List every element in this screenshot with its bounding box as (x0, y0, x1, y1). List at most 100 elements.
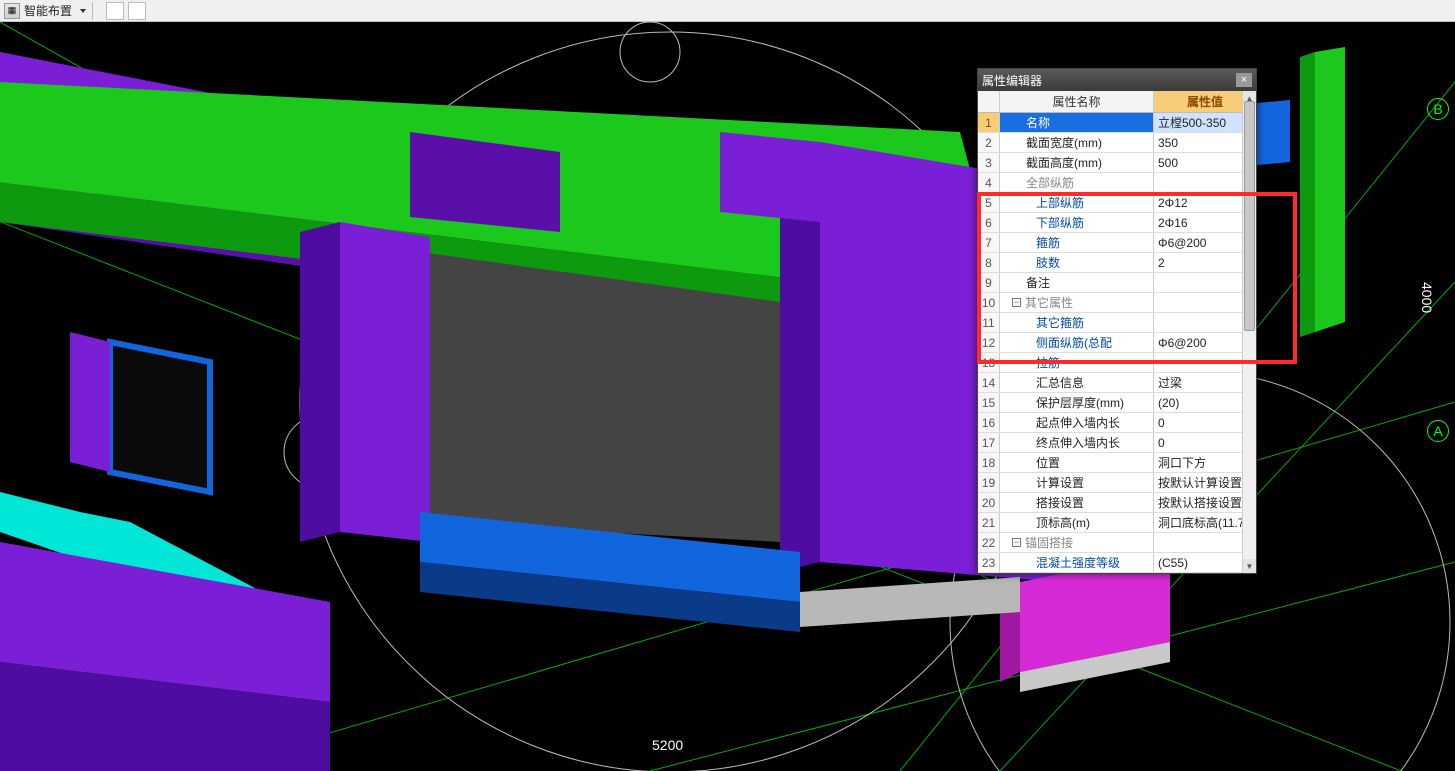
property-row[interactable]: 16起点伸入墙内长0 (978, 413, 1256, 433)
property-row[interactable]: 21顶标高(m)洞口底标高(11.7) (978, 513, 1256, 533)
property-row[interactable]: 20搭接设置按默认搭接设置计算 (978, 493, 1256, 513)
property-header-row: 属性名称 属性值 (978, 91, 1256, 113)
header-value: 属性值 (1154, 91, 1256, 112)
property-value[interactable]: 过梁 (1154, 373, 1256, 392)
property-value[interactable] (1154, 313, 1256, 332)
property-value[interactable] (1154, 293, 1256, 312)
property-name: 混凝土强度等级 (1000, 553, 1154, 572)
property-name: 起点伸入墙内长 (1000, 413, 1154, 432)
property-row[interactable]: 3截面高度(mm)500 (978, 153, 1256, 173)
property-name: 截面宽度(mm) (1000, 133, 1154, 152)
property-value[interactable]: Φ6@200 (1154, 233, 1256, 252)
row-number: 7 (978, 233, 1000, 252)
property-value[interactable] (1154, 273, 1256, 292)
property-name: 下部纵筋 (1000, 213, 1154, 232)
dropdown-icon[interactable] (80, 9, 86, 13)
property-name: 全部纵筋 (1000, 173, 1154, 192)
property-value[interactable]: 350 (1154, 133, 1256, 152)
property-value[interactable]: (C55) (1154, 553, 1256, 572)
property-row[interactable]: 2截面宽度(mm)350 (978, 133, 1256, 153)
property-value[interactable]: 500 (1154, 153, 1256, 172)
smart-layout-button[interactable]: 智能布置 (24, 2, 72, 19)
property-name: 终点伸入墙内长 (1000, 433, 1154, 452)
tree-toggle-icon[interactable]: − (1012, 298, 1021, 307)
property-value[interactable]: 0 (1154, 433, 1256, 452)
property-name: 箍筋 (1000, 233, 1154, 252)
row-number: 21 (978, 513, 1000, 532)
property-name: 计算设置 (1000, 473, 1154, 492)
property-name: −其它属性 (1000, 293, 1154, 312)
property-name: 上部纵筋 (1000, 193, 1154, 212)
property-row[interactable]: 4全部纵筋 (978, 173, 1256, 193)
tree-toggle-icon[interactable]: − (1012, 538, 1021, 547)
scrollbar[interactable]: ▲ ▼ (1242, 91, 1256, 573)
row-number: 11 (978, 313, 1000, 332)
row-number: 15 (978, 393, 1000, 412)
close-icon[interactable]: × (1236, 73, 1252, 87)
property-value[interactable]: 洞口底标高(11.7) (1154, 513, 1256, 532)
row-number: 18 (978, 453, 1000, 472)
property-row[interactable]: 6下部纵筋2Φ16 (978, 213, 1256, 233)
property-value[interactable]: 2 (1154, 253, 1256, 272)
property-name: 名称 (1000, 113, 1154, 132)
panel-titlebar[interactable]: 属性编辑器 × (978, 69, 1256, 91)
property-row[interactable]: 17终点伸入墙内长0 (978, 433, 1256, 453)
smart-layout-icon[interactable]: ▦ (4, 3, 20, 19)
axis-label-a: A (1427, 420, 1449, 442)
row-number: 6 (978, 213, 1000, 232)
property-value[interactable]: Φ6@200 (1154, 333, 1256, 352)
property-row[interactable]: 9备注 (978, 273, 1256, 293)
property-value[interactable] (1154, 353, 1256, 372)
row-number: 10 (978, 293, 1000, 312)
model-viewport[interactable]: 5200 4000 B A 属性编辑器 × 属性名称 属性值 1名称立樘500-… (0, 22, 1455, 771)
row-number: 17 (978, 433, 1000, 452)
property-name: 侧面纵筋(总配 (1000, 333, 1154, 352)
property-name: −锚固搭接 (1000, 533, 1154, 552)
property-row[interactable]: 10−其它属性 (978, 293, 1256, 313)
property-name: 备注 (1000, 273, 1154, 292)
property-value[interactable]: (20) (1154, 393, 1256, 412)
row-number: 9 (978, 273, 1000, 292)
row-number: 2 (978, 133, 1000, 152)
property-value[interactable]: 0 (1154, 413, 1256, 432)
property-row[interactable]: 18位置洞口下方 (978, 453, 1256, 473)
toolbar-button-1[interactable] (106, 2, 124, 20)
property-value[interactable]: 2Φ12 (1154, 193, 1256, 212)
property-editor-panel: 属性编辑器 × 属性名称 属性值 1名称立樘500-3502截面宽度(mm)35… (977, 68, 1257, 574)
row-number: 1 (978, 113, 1000, 132)
panel-title: 属性编辑器 (982, 72, 1042, 89)
property-row[interactable]: 19计算设置按默认计算设置计算 (978, 473, 1256, 493)
property-value[interactable] (1154, 533, 1256, 552)
property-row[interactable]: 23混凝土强度等级(C55) (978, 553, 1256, 573)
property-row[interactable]: 14汇总信息过梁 (978, 373, 1256, 393)
separator (92, 2, 98, 20)
row-number: 14 (978, 373, 1000, 392)
property-name: 保护层厚度(mm) (1000, 393, 1154, 412)
property-value[interactable]: 按默认搭接设置计算 (1154, 493, 1256, 512)
property-row[interactable]: 15保护层厚度(mm)(20) (978, 393, 1256, 413)
property-row[interactable]: 1名称立樘500-350 (978, 113, 1256, 133)
property-name: 顶标高(m) (1000, 513, 1154, 532)
property-row[interactable]: 13拉筋 (978, 353, 1256, 373)
property-row[interactable]: 5上部纵筋2Φ12 (978, 193, 1256, 213)
property-row[interactable]: 11其它箍筋 (978, 313, 1256, 333)
top-toolbar: ▦ 智能布置 (0, 0, 1455, 22)
row-number: 12 (978, 333, 1000, 352)
axis-label-b: B (1427, 98, 1449, 120)
property-name: 位置 (1000, 453, 1154, 472)
property-value[interactable]: 立樘500-350 (1154, 113, 1256, 132)
scroll-thumb[interactable] (1244, 101, 1255, 331)
toolbar-button-2[interactable] (128, 2, 146, 20)
property-row[interactable]: 12侧面纵筋(总配Φ6@200 (978, 333, 1256, 353)
property-value[interactable]: 2Φ16 (1154, 213, 1256, 232)
property-value[interactable]: 按默认计算设置计算 (1154, 473, 1256, 492)
property-row[interactable]: 8肢数2 (978, 253, 1256, 273)
property-row[interactable]: 7箍筋Φ6@200 (978, 233, 1256, 253)
dimension-bottom: 5200 (652, 737, 683, 753)
row-number: 8 (978, 253, 1000, 272)
property-value[interactable] (1154, 173, 1256, 192)
scroll-down-icon[interactable]: ▼ (1243, 559, 1256, 573)
property-row[interactable]: 22−锚固搭接 (978, 533, 1256, 553)
property-name: 其它箍筋 (1000, 313, 1154, 332)
property-value[interactable]: 洞口下方 (1154, 453, 1256, 472)
